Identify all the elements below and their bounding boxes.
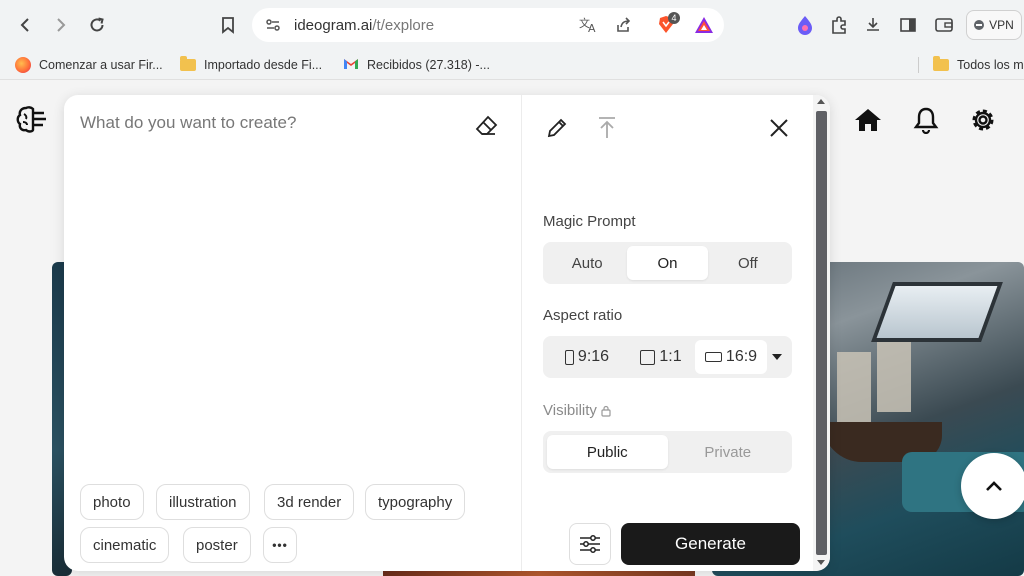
image-detail xyxy=(837,352,871,422)
scroll-thumb[interactable] xyxy=(816,111,827,555)
wallet-icon[interactable] xyxy=(930,11,958,39)
aspect-label: 1:1 xyxy=(659,348,682,365)
caret-down-icon xyxy=(772,354,782,360)
folder-icon xyxy=(933,56,949,71)
reload-icon[interactable] xyxy=(83,11,111,39)
landscape-ratio-icon xyxy=(704,352,722,362)
back-icon[interactable] xyxy=(11,11,39,39)
vpn-status-icon xyxy=(974,20,985,30)
chip-poster[interactable]: poster xyxy=(183,527,251,563)
advanced-settings-button[interactable] xyxy=(569,523,611,565)
magic-prompt-auto[interactable]: Auto xyxy=(547,246,627,280)
bookmark-label: Importado desde Fi... xyxy=(204,58,323,72)
sliders-icon xyxy=(580,535,600,553)
bookmark-folder[interactable]: Todos los m xyxy=(933,54,1024,76)
svg-text:A: A xyxy=(588,22,596,34)
prompt-area: photo illustration 3d render typography … xyxy=(64,95,521,571)
visibility-label-row: Visibility xyxy=(543,402,611,419)
generate-button[interactable]: Generate xyxy=(621,523,800,565)
aspect-1-1[interactable]: 1:1 xyxy=(627,340,695,374)
vpn-label: VPN xyxy=(989,18,1014,32)
browser-toolbar: ideogram.ai/t/explore 文A 4 VPN xyxy=(0,0,1024,50)
leo-ai-icon[interactable] xyxy=(791,11,819,39)
image-detail xyxy=(877,342,911,412)
address-bar[interactable]: ideogram.ai/t/explore 文A 4 xyxy=(252,8,724,42)
visibility-private[interactable]: Private xyxy=(668,435,789,469)
more-chips-button[interactable]: ••• xyxy=(263,527,297,563)
extensions-icon[interactable] xyxy=(825,11,853,39)
prompt-input[interactable] xyxy=(80,111,460,135)
settings-panel: Magic Prompt Auto On Off Aspect ratio 9:… xyxy=(521,95,811,571)
url-path: /t/explore xyxy=(372,17,435,34)
forward-icon[interactable] xyxy=(47,11,75,39)
bookmark-label: Comenzar a usar Fir... xyxy=(39,58,163,72)
aspect-16-9[interactable]: 16:9 xyxy=(695,340,767,374)
magic-prompt-on[interactable]: On xyxy=(627,246,708,280)
ideogram-logo-icon[interactable] xyxy=(16,104,48,139)
scroll-to-top-button[interactable] xyxy=(961,453,1024,519)
chevron-up-icon xyxy=(986,481,1002,491)
aspect-label: 9:16 xyxy=(577,348,610,365)
bookmark-folder[interactable]: Importado desde Fi... xyxy=(180,54,322,76)
sidebar-toggle-icon[interactable] xyxy=(894,11,922,39)
gear-icon[interactable] xyxy=(967,104,999,136)
scroll-up-arrow-icon[interactable] xyxy=(817,99,825,104)
bookmark-label: Todos los m xyxy=(957,58,1024,72)
aspect-label: 16:9 xyxy=(725,348,758,365)
site-settings-icon[interactable] xyxy=(264,16,282,39)
translate-icon[interactable]: 文A xyxy=(578,16,598,39)
visibility-public[interactable]: Public xyxy=(547,435,668,469)
brave-rewards-icon[interactable] xyxy=(694,16,714,39)
brave-shields-icon[interactable]: 4 xyxy=(656,12,680,40)
create-panel: photo illustration 3d render typography … xyxy=(64,95,830,571)
url-host: ideogram.ai xyxy=(294,17,373,34)
upload-icon[interactable] xyxy=(594,115,620,141)
brave-badge: 4 xyxy=(668,12,680,24)
firefox-icon xyxy=(15,57,31,73)
bookmarks-divider xyxy=(918,57,919,73)
home-icon[interactable] xyxy=(852,104,884,136)
chip-typography[interactable]: typography xyxy=(365,484,466,520)
bookmark-icon[interactable] xyxy=(214,11,242,39)
gmail-icon xyxy=(343,58,359,73)
visibility-label: Visibility xyxy=(543,402,597,419)
aspect-ratio-selector: 9:16 1:1 16:9 xyxy=(543,336,792,378)
chip-cinematic[interactable]: cinematic xyxy=(80,527,170,563)
bookmark-label: Recibidos (27.318) -... xyxy=(367,58,490,72)
pencil-icon[interactable] xyxy=(544,115,570,141)
folder-icon xyxy=(180,56,196,71)
magic-prompt-label: Magic Prompt xyxy=(543,213,636,230)
bookmark-item[interactable]: Recibidos (27.318) -... xyxy=(343,54,490,76)
chip-illustration[interactable]: illustration xyxy=(156,484,250,520)
close-icon[interactable] xyxy=(766,115,792,141)
square-ratio-icon xyxy=(640,349,656,365)
magic-prompt-off[interactable]: Off xyxy=(708,246,788,280)
url-text: ideogram.ai/t/explore xyxy=(294,17,434,34)
chip-photo[interactable]: photo xyxy=(80,484,144,520)
magic-prompt-toggle: Auto On Off xyxy=(543,242,792,284)
chip-3d-render[interactable]: 3d render xyxy=(264,484,355,520)
aspect-dropdown[interactable] xyxy=(767,340,787,374)
visibility-toggle: Public Private xyxy=(543,431,792,473)
aspect-9-16[interactable]: 9:16 xyxy=(547,340,627,374)
portrait-ratio-icon xyxy=(564,349,574,365)
lock-icon xyxy=(601,405,611,417)
bookmarks-bar: Comenzar a usar Fir... Importado desde F… xyxy=(0,50,1024,80)
scrollbar[interactable] xyxy=(813,95,830,571)
eraser-icon[interactable] xyxy=(474,115,498,142)
download-icon[interactable] xyxy=(859,11,887,39)
bell-icon[interactable] xyxy=(910,104,942,136)
share-icon[interactable] xyxy=(614,16,632,39)
aspect-ratio-label: Aspect ratio xyxy=(543,307,623,324)
scroll-down-arrow-icon[interactable] xyxy=(817,560,825,565)
bookmark-item[interactable]: Comenzar a usar Fir... xyxy=(15,54,163,76)
vpn-button[interactable]: VPN xyxy=(966,10,1022,40)
image-detail xyxy=(871,282,1003,342)
